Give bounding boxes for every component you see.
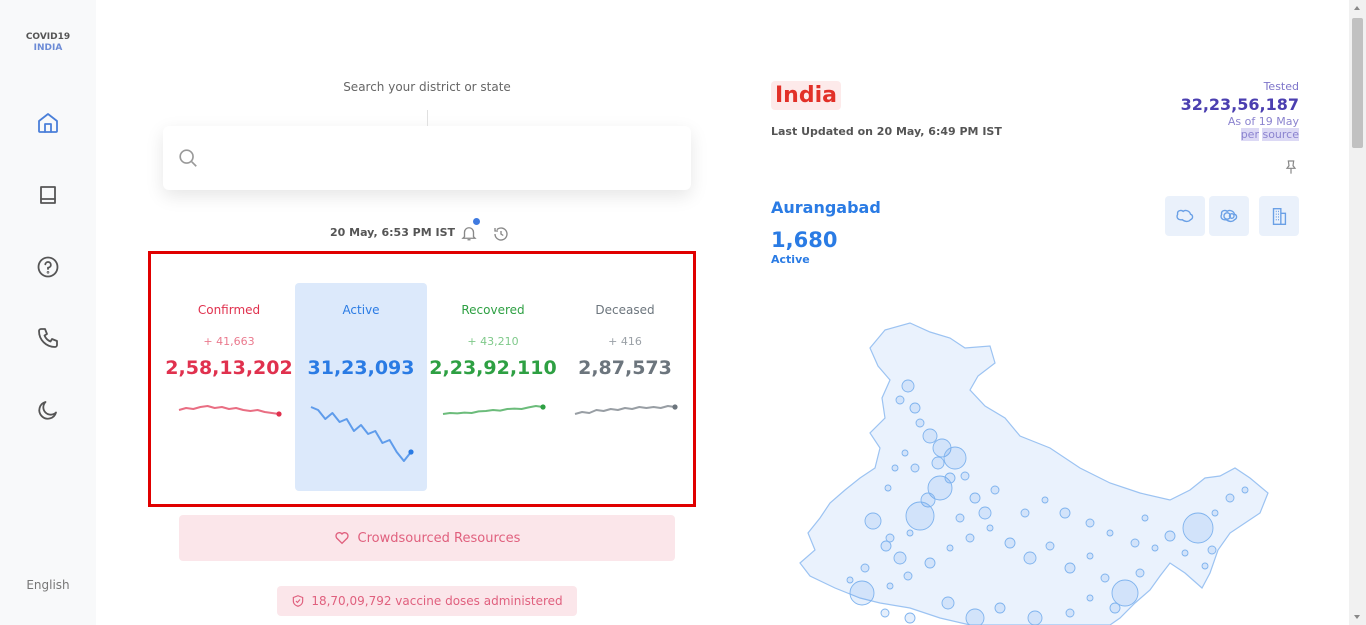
help-icon — [37, 256, 59, 278]
building-icon — [1272, 207, 1287, 225]
search-divider — [427, 110, 428, 126]
district-map-icon — [1176, 209, 1194, 223]
scroll-down-arrow[interactable] — [1354, 615, 1360, 619]
tested-per-text: per — [1240, 128, 1259, 141]
sparkline-deceased-line — [574, 405, 676, 415]
history-icon[interactable] — [492, 225, 510, 243]
brand-line2: INDIA — [33, 43, 63, 53]
scrollbar-thumb[interactable] — [1352, 18, 1363, 148]
search-icon — [179, 149, 197, 167]
stat-confirmed-delta: + 41,663 — [203, 335, 255, 348]
nav-dark-mode[interactable] — [34, 396, 62, 424]
stat-active-delta — [295, 335, 427, 349]
brand-logo[interactable]: COVID19 INDIA — [0, 32, 96, 54]
india-outline — [799, 322, 1269, 625]
phone-icon — [38, 328, 58, 348]
sparkline-deceased — [574, 404, 678, 415]
vaccine-label: 18,70,09,792 vaccine doses administered — [311, 594, 563, 608]
crowdsourced-resources-button[interactable]: Crowdsourced Resources — [179, 515, 675, 561]
sidebar: COVID19 INDIA English — [0, 0, 96, 625]
nav-home[interactable] — [34, 109, 62, 137]
stat-recovered-total: 2,23,92,110 — [429, 357, 557, 379]
sparkline-active-line — [310, 406, 412, 462]
stat-confirmed[interactable]: Confirmed + 41,663 2,58,13,202 — [163, 283, 295, 491]
district-label: Active — [771, 253, 810, 266]
nav-helpline[interactable] — [34, 324, 62, 352]
nav-blog[interactable] — [34, 181, 62, 209]
moon-icon — [38, 401, 57, 420]
stat-active-title: Active — [342, 303, 380, 317]
home-icon — [38, 113, 58, 133]
shield-check-icon — [293, 595, 304, 607]
book-icon — [40, 186, 56, 204]
tested-per: per source — [1181, 128, 1299, 141]
sparkline-recovered-line — [442, 405, 544, 415]
page-scrollbar[interactable] — [1349, 0, 1366, 625]
india-bubble-map[interactable] — [790, 318, 1290, 625]
tested-label: Tested — [1263, 80, 1299, 93]
building-button[interactable] — [1259, 196, 1299, 236]
sparkline-confirmed-dot — [276, 411, 282, 417]
sparkline-deceased-dot — [672, 404, 678, 410]
sparkline-active — [310, 406, 414, 462]
state-last-updated: Last Updated on 20 May, 6:49 PM IST — [771, 125, 1002, 138]
search-box[interactable] — [163, 110, 691, 190]
notification-dot — [473, 218, 480, 225]
sparkline-confirmed — [178, 405, 282, 417]
stat-active-total: 31,23,093 — [307, 357, 415, 379]
state-name: India — [771, 81, 841, 110]
stat-confirmed-total: 2,58,13,202 — [165, 357, 293, 379]
district-name: Aurangabad — [771, 198, 881, 217]
sparkline-recovered — [442, 404, 546, 415]
bell-icon[interactable] — [460, 224, 478, 242]
sparkline-confirmed-line — [178, 405, 280, 415]
resources-label: Crowdsourced Resources — [357, 530, 521, 546]
tested-source-link[interactable]: source — [1262, 128, 1299, 141]
pin-icon[interactable] — [1283, 158, 1299, 176]
sparkline-recovered-dot — [540, 404, 546, 410]
stat-recovered-delta: + 43,210 — [467, 335, 519, 348]
district-map-button[interactable] — [1165, 196, 1205, 236]
tested-value: 32,23,56,187 — [1180, 95, 1299, 114]
stat-confirmed-title: Confirmed — [197, 303, 261, 317]
search-label: Search your district or state — [343, 80, 511, 94]
stat-deceased-delta: + 416 — [608, 335, 642, 348]
scroll-up-arrow[interactable] — [1354, 6, 1360, 10]
heart-icon — [334, 532, 349, 545]
bubble-map-icon — [1220, 209, 1238, 223]
stat-recovered-title: Recovered — [461, 303, 525, 317]
search-input[interactable] — [211, 140, 671, 176]
stat-deceased-title: Deceased — [595, 303, 655, 317]
stat-deceased-total: 2,87,573 — [578, 357, 672, 379]
district-value: 1,680 — [771, 228, 838, 252]
brand-line1: COVID19 — [25, 32, 71, 42]
stat-deceased[interactable]: Deceased + 416 2,87,573 — [559, 283, 691, 491]
language-selector[interactable]: English — [0, 578, 96, 592]
stat-recovered[interactable]: Recovered + 43,210 2,23,92,110 — [427, 283, 559, 491]
tested-asof: As of 19 May — [1227, 115, 1299, 128]
stat-active[interactable]: Active 31,23,093 — [295, 283, 427, 491]
vaccine-doses-badge: 18,70,09,792 vaccine doses administered — [277, 586, 577, 616]
nav-faq[interactable] — [34, 253, 62, 281]
last-updated-timestamp: 20 May, 6:53 PM IST — [330, 226, 456, 239]
bubble-map-button[interactable] — [1209, 196, 1249, 236]
tested-panel: Tested 32,23,56,187 As of 19 May per sou… — [1181, 80, 1299, 141]
sparkline-active-dot — [408, 449, 414, 455]
